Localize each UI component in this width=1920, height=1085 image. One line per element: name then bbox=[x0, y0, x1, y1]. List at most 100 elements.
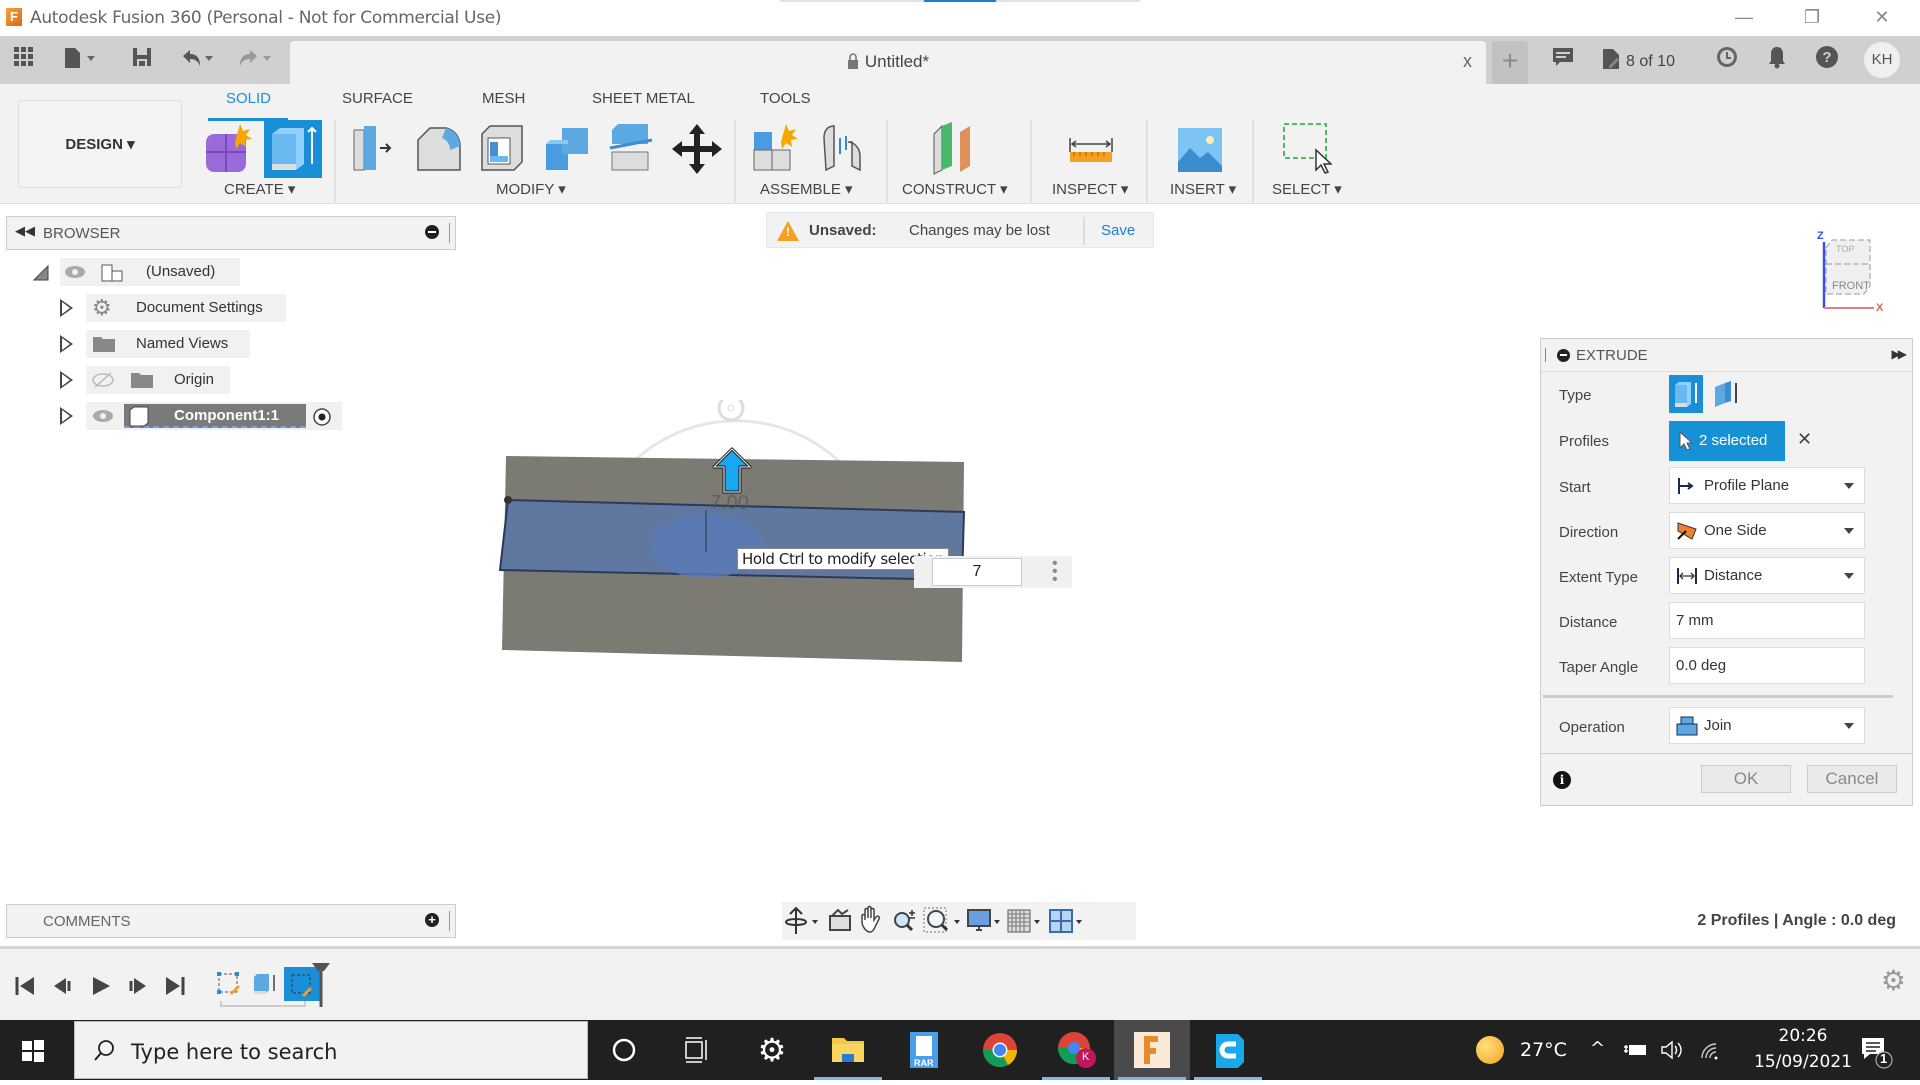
viewports-icon[interactable] bbox=[1049, 909, 1082, 933]
new-tab-button[interactable]: + bbox=[1492, 41, 1528, 84]
taper-angle-field[interactable]: 0.0 deg bbox=[1669, 647, 1865, 684]
timeline-extrude-feature[interactable] bbox=[252, 971, 278, 997]
joint-icon[interactable] bbox=[818, 122, 868, 176]
document-tab[interactable]: Untitled* x bbox=[290, 41, 1486, 84]
distance-field[interactable]: 7 mm bbox=[1669, 602, 1865, 639]
viewcube-top-label[interactable]: TOP bbox=[1836, 244, 1854, 254]
tree-item-root[interactable]: (Unsaved) bbox=[28, 258, 248, 286]
clock-date[interactable]: 15/09/2021 bbox=[1736, 1052, 1870, 1072]
workspace-switcher[interactable]: DESIGN ▾ bbox=[18, 100, 182, 188]
close-window-button[interactable]: ✕ bbox=[1852, 0, 1912, 34]
new-component-icon[interactable] bbox=[752, 122, 802, 176]
profiles-selection-button[interactable]: 2 selected bbox=[1669, 421, 1785, 461]
collapse-triangle-icon[interactable] bbox=[32, 264, 50, 287]
step-back-icon[interactable] bbox=[52, 975, 74, 997]
expand-dialog-icon[interactable]: ▶▶ bbox=[1892, 347, 1908, 361]
cura-icon[interactable] bbox=[1190, 1020, 1266, 1080]
chrome-icon[interactable] bbox=[962, 1020, 1038, 1080]
user-avatar[interactable]: KH bbox=[1864, 42, 1900, 78]
cancel-button[interactable]: Cancel bbox=[1807, 765, 1897, 793]
minimize-button[interactable]: — bbox=[1714, 0, 1774, 34]
extrude-dialog-header[interactable]: EXTRUDE ▶▶ bbox=[1541, 339, 1912, 372]
timeline-marker[interactable] bbox=[312, 963, 330, 1007]
tree-item-document-settings[interactable]: ⚙ Document Settings bbox=[56, 294, 296, 322]
press-pull-icon[interactable] bbox=[350, 122, 400, 176]
fit-zoom-icon[interactable] bbox=[923, 907, 960, 933]
fusion-360-taskbar-icon[interactable] bbox=[1114, 1020, 1190, 1080]
move-icon[interactable] bbox=[672, 122, 722, 176]
panel-grip-handle[interactable] bbox=[449, 911, 451, 931]
save-icon[interactable] bbox=[128, 46, 156, 74]
shell-icon[interactable] bbox=[478, 122, 528, 176]
fillet-icon[interactable] bbox=[414, 122, 464, 176]
modify-menu[interactable]: MODIFY ▾ bbox=[496, 180, 566, 198]
play-icon[interactable] bbox=[90, 975, 112, 997]
help-icon[interactable]: ? bbox=[1812, 45, 1842, 75]
type-solid-button[interactable] bbox=[1669, 375, 1703, 413]
display-settings-icon[interactable] bbox=[967, 909, 1000, 931]
tree-item-named-views[interactable]: Named Views bbox=[56, 330, 256, 358]
notifications-bell-icon[interactable] bbox=[1762, 45, 1792, 75]
history-clock-icon[interactable] bbox=[1712, 45, 1742, 75]
select-menu[interactable]: SELECT ▾ bbox=[1272, 180, 1342, 198]
start-select[interactable]: Profile Plane bbox=[1669, 467, 1865, 504]
battery-icon[interactable] bbox=[1624, 1042, 1648, 1063]
operation-select[interactable]: Join bbox=[1669, 707, 1865, 744]
settings-gear-icon[interactable]: ⚙ bbox=[734, 1020, 810, 1080]
step-forward-icon[interactable] bbox=[126, 975, 148, 997]
timeline-settings-gear-icon[interactable]: ⚙ bbox=[1881, 967, 1906, 995]
expand-triangle-icon[interactable] bbox=[60, 371, 73, 389]
insert-image-icon[interactable] bbox=[1176, 122, 1226, 176]
offset-plane-icon[interactable] bbox=[930, 122, 980, 176]
visibility-eye-icon[interactable] bbox=[92, 408, 114, 429]
more-options-icon[interactable]: • • • bbox=[1052, 556, 1058, 588]
pan-hand-icon[interactable] bbox=[861, 905, 880, 933]
go-to-end-icon[interactable] bbox=[164, 975, 186, 997]
weather-sun-icon[interactable] bbox=[1476, 1036, 1504, 1064]
winrar-icon[interactable]: RAR bbox=[886, 1020, 962, 1080]
chrome-profile-icon[interactable]: K bbox=[1038, 1020, 1114, 1080]
split-body-icon[interactable] bbox=[606, 122, 656, 176]
inspect-menu[interactable]: INSPECT ▾ bbox=[1052, 180, 1128, 198]
tab-solid[interactable]: SOLID bbox=[226, 90, 271, 107]
show-hidden-icons-chevron[interactable]: ^ bbox=[1590, 1038, 1605, 1059]
redo-button[interactable] bbox=[234, 46, 280, 74]
collapse-browser-icon[interactable]: ◀◀ bbox=[15, 223, 35, 239]
restore-button[interactable]: ❐ bbox=[1782, 0, 1842, 34]
add-comment-icon[interactable]: + bbox=[425, 913, 439, 927]
measure-icon[interactable] bbox=[1066, 122, 1116, 176]
orbit-icon[interactable] bbox=[785, 906, 818, 934]
tab-tools[interactable]: TOOLS bbox=[760, 90, 811, 107]
tab-sheet-metal[interactable]: SHEET METAL bbox=[592, 90, 695, 107]
clear-selection-button[interactable]: ✕ bbox=[1797, 429, 1812, 450]
insert-menu[interactable]: INSERT ▾ bbox=[1170, 180, 1236, 198]
undo-button[interactable] bbox=[176, 46, 222, 74]
info-icon[interactable]: i bbox=[1553, 771, 1571, 789]
tree-item-component[interactable]: Component1:1 bbox=[56, 402, 356, 430]
ok-button[interactable]: OK bbox=[1701, 765, 1791, 793]
direction-select[interactable]: One Side bbox=[1669, 512, 1865, 549]
close-tab-button[interactable]: x bbox=[1463, 51, 1472, 72]
viewcube-front-label[interactable]: FRONT bbox=[1832, 280, 1870, 292]
assemble-menu[interactable]: ASSEMBLE ▾ bbox=[760, 180, 853, 198]
weather-temperature[interactable]: 27°C bbox=[1520, 1039, 1567, 1061]
look-at-icon[interactable] bbox=[829, 908, 851, 931]
job-status-button[interactable]: 8 of 10 bbox=[1598, 45, 1678, 75]
comments-icon[interactable] bbox=[1548, 45, 1578, 75]
clock-time[interactable]: 20:26 bbox=[1758, 1026, 1848, 1046]
windows-start-icon[interactable] bbox=[22, 1040, 44, 1067]
create-form-icon[interactable] bbox=[204, 122, 254, 176]
hidden-eye-icon[interactable] bbox=[92, 372, 114, 393]
data-panel-grid-icon[interactable] bbox=[10, 46, 38, 74]
grid-settings-icon[interactable] bbox=[1007, 909, 1040, 933]
tab-mesh[interactable]: MESH bbox=[482, 90, 525, 107]
file-menu-button[interactable] bbox=[58, 46, 104, 74]
dialog-grip-handle[interactable] bbox=[1545, 348, 1547, 362]
type-thin-button[interactable] bbox=[1709, 375, 1743, 413]
minimize-panel-icon[interactable] bbox=[425, 225, 439, 239]
timeline-sketch-feature[interactable] bbox=[216, 971, 242, 997]
select-window-icon[interactable] bbox=[1282, 122, 1333, 176]
zoom-icon[interactable] bbox=[894, 910, 915, 932]
action-center-icon[interactable]: 1 bbox=[1858, 1036, 1898, 1070]
cortana-icon[interactable] bbox=[586, 1020, 662, 1080]
